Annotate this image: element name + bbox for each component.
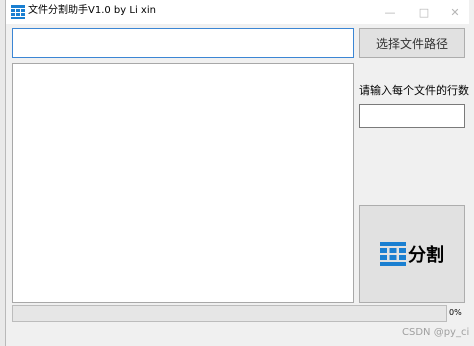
app-window: 文件分割助手V1.0 by Li xin — □ ✕ 选择文件路径 请输入每个文… xyxy=(5,0,474,346)
window-title: 文件分割助手V1.0 by Li xin xyxy=(28,5,156,16)
split-button-label: 分割 xyxy=(408,245,444,266)
minimize-button[interactable]: — xyxy=(373,0,407,24)
close-button[interactable]: ✕ xyxy=(438,0,472,24)
progress-bar xyxy=(12,305,447,322)
maximize-button[interactable]: □ xyxy=(407,0,441,24)
lines-per-file-input[interactable] xyxy=(359,104,465,128)
grid-logo-icon xyxy=(11,5,25,19)
split-button[interactable]: 分割 xyxy=(359,205,465,303)
maximize-icon: □ xyxy=(418,5,430,19)
progress-percent: 0% xyxy=(449,308,462,317)
minimize-icon: — xyxy=(384,5,396,19)
grid-logo-icon xyxy=(380,242,406,266)
close-icon: ✕ xyxy=(450,5,460,19)
content-textarea[interactable] xyxy=(12,63,354,303)
title-bar[interactable]: 文件分割助手V1.0 by Li xin — □ ✕ xyxy=(6,0,469,24)
watermark-text: CSDN @py_ci xyxy=(402,327,470,338)
choose-path-button[interactable]: 选择文件路径 xyxy=(359,28,465,58)
file-path-input[interactable] xyxy=(12,28,354,58)
lines-per-file-label: 请输入每个文件的行数 xyxy=(359,84,469,97)
